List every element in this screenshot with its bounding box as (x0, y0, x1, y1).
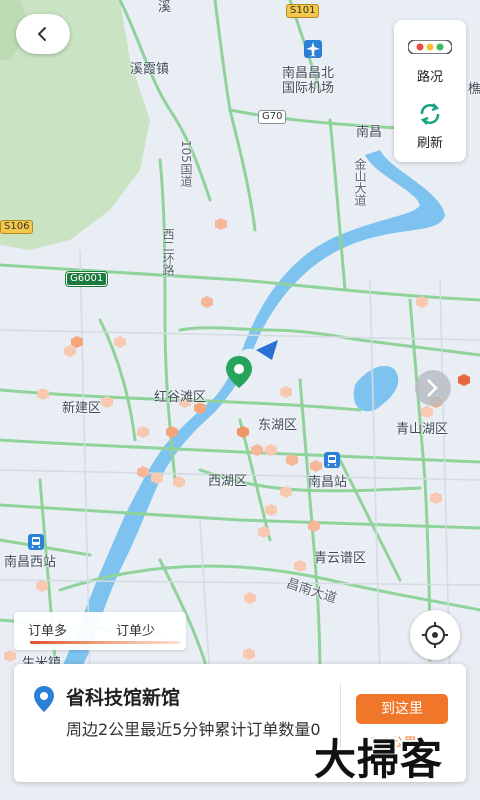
jinshan-label: 金山大道 (353, 158, 367, 206)
refresh-icon (420, 103, 440, 125)
traffic-toggle[interactable]: 路况 (394, 20, 466, 90)
refresh-button[interactable]: 刷新 (394, 92, 466, 162)
qingshanhu-label: 青山湖区 (396, 422, 449, 437)
traffic-light-icon (408, 40, 452, 54)
g70-shield: G70 (258, 110, 287, 124)
xihuan-label: 西二环路 (161, 228, 175, 276)
map-arrow-overlay[interactable] (415, 370, 451, 406)
donghu-label: 东湖区 (258, 418, 298, 433)
xinjian-label: 新建区 (62, 401, 102, 416)
nanchang-station-label: 南昌站 (308, 475, 348, 490)
order-count-description: 周边2公里最近5分钟累计订单数量0 (66, 720, 321, 739)
xixia-label: 溪霞镇 (130, 62, 170, 77)
locate-icon (422, 622, 448, 648)
location-title: 省科技馆新馆 (66, 687, 181, 709)
legend-gradient-bar (30, 641, 180, 644)
top-right-fragment-label: 樵 (468, 82, 480, 97)
s106-shield: S106 (0, 220, 34, 234)
honggutan-label: 红谷滩区 (154, 390, 207, 405)
order-density-legend: 订单多 订单少 (14, 612, 186, 650)
west-station-label: 南昌西站 (4, 555, 57, 570)
top-left-fragment-label: 溪 (158, 0, 172, 15)
chevron-left-icon (38, 27, 46, 41)
xihu-label: 西湖区 (208, 474, 248, 489)
g6001-shield: G6001 (66, 272, 108, 286)
legend-less-label: 订单少 (116, 624, 156, 639)
train-station-icon (28, 534, 44, 550)
location-pin-icon (34, 686, 54, 712)
qingyunpu-label: 青云谱区 (314, 551, 367, 566)
nanchang-top-label: 南昌 (356, 125, 383, 140)
s101-shield: S101 (286, 4, 320, 18)
back-button[interactable] (16, 14, 70, 54)
map-controls-panel: 路况 刷新 (394, 20, 466, 162)
legend-more-label: 订单多 (28, 624, 68, 639)
train-station-icon (324, 452, 340, 468)
locate-button[interactable] (410, 610, 460, 660)
airport-label-2: 国际机场 (282, 81, 335, 96)
watermark: 大掃客 (314, 735, 444, 784)
airplane-icon (304, 40, 322, 58)
traffic-label: 路况 (416, 70, 443, 85)
go-here-button[interactable]: 到这里 (356, 694, 448, 724)
refresh-label: 刷新 (416, 136, 443, 151)
road105-label: 105国道 (179, 140, 193, 187)
